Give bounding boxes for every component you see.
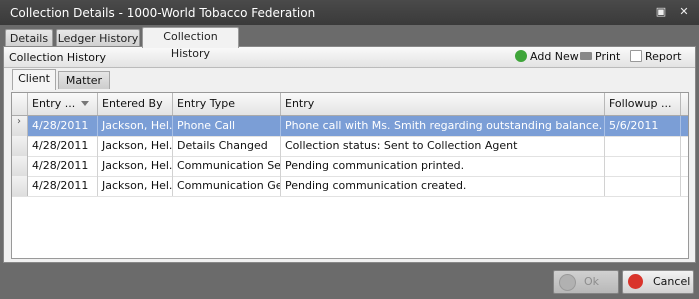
cell-followup: [605, 176, 681, 196]
row-indicator[interactable]: [12, 176, 28, 196]
tab-strip: Details Ledger History Collection Histor…: [0, 25, 699, 60]
row-indicator[interactable]: ›: [12, 116, 28, 136]
close-icon[interactable]: ✕: [677, 5, 691, 19]
current-row-icon: ›: [17, 116, 21, 127]
subtab-client[interactable]: Client: [12, 69, 56, 90]
ok-button[interactable]: Ok: [553, 270, 619, 294]
column-header-entry-date[interactable]: Entry ...: [28, 93, 98, 115]
table-row[interactable]: › 4/28/2011 Jackson, Hel... Phone Call P…: [12, 116, 688, 137]
column-label: Entry ...: [32, 97, 76, 110]
cancel-button[interactable]: Cancel: [622, 270, 694, 294]
ok-label: Ok: [584, 275, 600, 288]
grid-header: Entry ... Entered By Entry Type Entry Fo…: [12, 93, 688, 116]
collection-grid: Entry ... Entered By Entry Type Entry Fo…: [11, 92, 689, 259]
dialog-window: Collection Details - 1000-World Tobacco …: [0, 0, 699, 299]
report-icon: [630, 50, 642, 62]
cell-entry-date: 4/28/2011: [28, 136, 98, 156]
cell-entry-date: 4/28/2011: [28, 116, 98, 136]
cell-entry: Phone call with Ms. Smith regarding outs…: [281, 116, 605, 136]
cell-entry: Collection status: Sent to Collection Ag…: [281, 136, 605, 156]
check-icon: [559, 274, 576, 291]
cell-entry-date: 4/28/2011: [28, 176, 98, 196]
restore-icon[interactable]: ▣: [654, 5, 668, 19]
collection-history-panel: Collection History Add New Print Report …: [3, 46, 696, 263]
column-header-entry[interactable]: Entry: [281, 93, 605, 115]
cell-entered-by: Jackson, Hel...: [98, 156, 173, 176]
add-icon: [515, 50, 527, 62]
add-new-button[interactable]: Add New: [515, 49, 579, 65]
column-header-followup[interactable]: Followup ...: [605, 93, 681, 115]
cell-entry-type: Communication Gen...: [173, 176, 281, 196]
row-indicator-header: [12, 93, 28, 115]
row-indicator[interactable]: [12, 136, 28, 156]
panel-title: Collection History: [9, 51, 107, 64]
cell-entry-date: 4/28/2011: [28, 156, 98, 176]
cancel-label: Cancel: [653, 275, 691, 288]
cell-entered-by: Jackson, Hel...: [98, 176, 173, 196]
cell-followup: [605, 136, 681, 156]
tab-details[interactable]: Details: [5, 29, 53, 47]
tab-ledger-history[interactable]: Ledger History: [56, 29, 140, 47]
cell-entered-by: Jackson, Hel...: [98, 136, 173, 156]
column-header-entry-type[interactable]: Entry Type: [173, 93, 281, 115]
title-bar: Collection Details - 1000-World Tobacco …: [0, 0, 699, 25]
cell-entry-type: Communication Sent: [173, 156, 281, 176]
cell-entry-type: Details Changed: [173, 136, 281, 156]
report-button[interactable]: Report: [630, 49, 681, 65]
column-header-entered-by[interactable]: Entered By: [98, 93, 173, 115]
sort-descending-icon: [81, 101, 90, 106]
tab-collection-history[interactable]: Collection History: [142, 27, 239, 60]
cell-entry: Pending communication printed.: [281, 156, 605, 176]
panel-header: Collection History Add New Print Report: [4, 47, 695, 68]
print-label: Print: [595, 50, 621, 63]
dialog-footer: Ok Cancel: [0, 264, 699, 299]
cell-entry: Pending communication created.: [281, 176, 605, 196]
row-indicator[interactable]: [12, 156, 28, 176]
subtab-strip: Client Matter: [8, 69, 693, 90]
report-label: Report: [645, 50, 682, 63]
table-row[interactable]: 4/28/2011 Jackson, Hel... Communication …: [12, 156, 688, 177]
add-new-label: Add New: [530, 50, 579, 63]
printer-icon: [580, 52, 592, 60]
cell-followup: [605, 156, 681, 176]
cancel-icon: [628, 274, 643, 289]
window-title: Collection Details - 1000-World Tobacco …: [10, 6, 316, 20]
cell-followup: 5/6/2011: [605, 116, 681, 136]
cell-entry-type: Phone Call: [173, 116, 281, 136]
table-row[interactable]: 4/28/2011 Jackson, Hel... Details Change…: [12, 136, 688, 157]
table-row[interactable]: 4/28/2011 Jackson, Hel... Communication …: [12, 176, 688, 197]
subtab-matter[interactable]: Matter: [58, 71, 110, 89]
print-button[interactable]: Print: [580, 49, 620, 65]
cell-entered-by: Jackson, Hel...: [98, 116, 173, 136]
